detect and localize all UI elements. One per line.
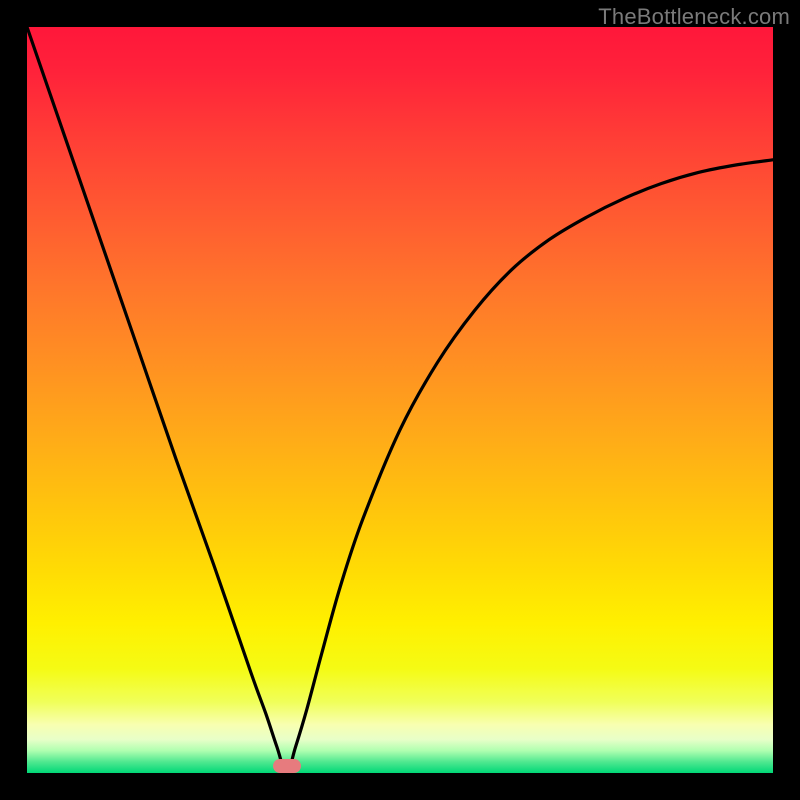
plot-area bbox=[27, 27, 773, 773]
bottleneck-curve bbox=[27, 27, 773, 773]
watermark-label: TheBottleneck.com bbox=[598, 4, 790, 30]
optimal-marker bbox=[273, 759, 301, 773]
chart-frame: TheBottleneck.com bbox=[0, 0, 800, 800]
